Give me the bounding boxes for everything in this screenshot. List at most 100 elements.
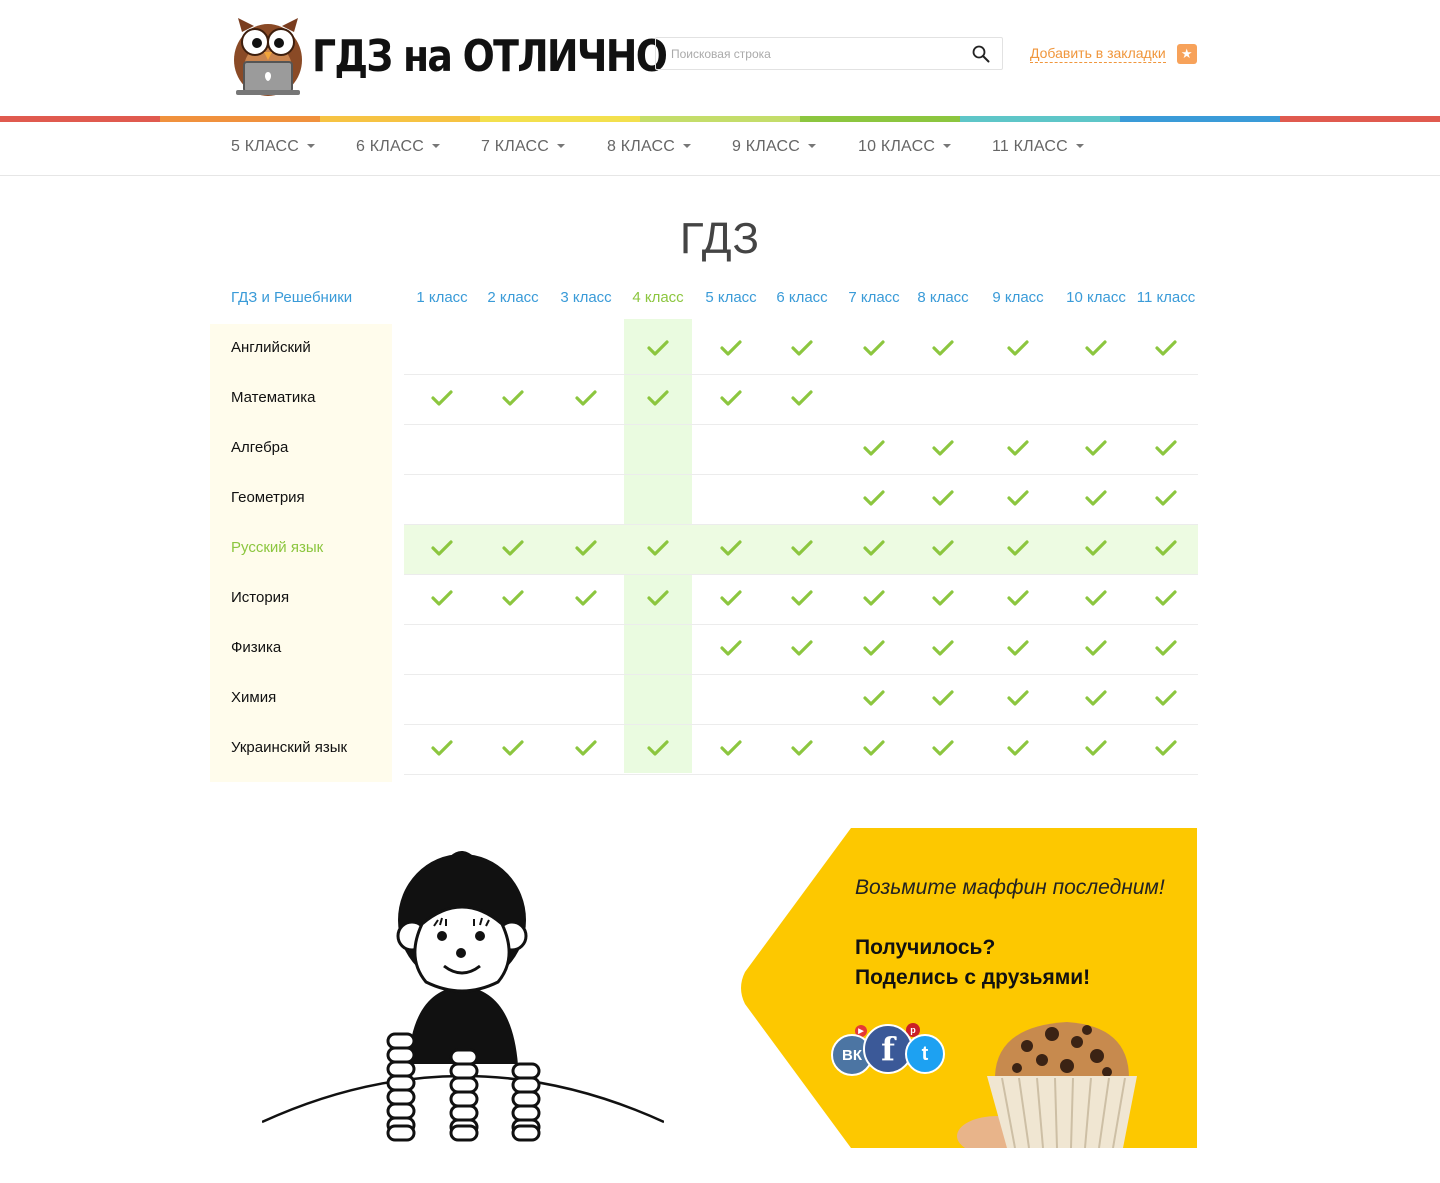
check-icon[interactable] xyxy=(791,589,813,607)
check-icon[interactable] xyxy=(1007,489,1029,507)
check-icon[interactable] xyxy=(1007,589,1029,607)
twitter-share-button[interactable]: t xyxy=(905,1034,945,1074)
check-icon[interactable] xyxy=(720,389,742,407)
check-icon[interactable] xyxy=(1155,489,1177,507)
subject-label[interactable]: Геометрия xyxy=(231,489,305,506)
check-icon[interactable] xyxy=(431,739,453,757)
check-icon[interactable] xyxy=(1155,589,1177,607)
grade-column-header[interactable]: 8 класс xyxy=(917,289,968,306)
check-icon[interactable] xyxy=(647,389,669,407)
check-icon[interactable] xyxy=(575,739,597,757)
grade-column-header[interactable]: 6 класс xyxy=(776,289,827,306)
subject-label[interactable]: Алгебра xyxy=(231,439,288,456)
check-icon[interactable] xyxy=(647,589,669,607)
check-icon[interactable] xyxy=(1155,739,1177,757)
grade-column-header[interactable]: 3 класс xyxy=(560,289,611,306)
check-icon[interactable] xyxy=(1085,539,1107,557)
check-icon[interactable] xyxy=(1085,439,1107,457)
check-icon[interactable] xyxy=(1085,739,1107,757)
check-icon[interactable] xyxy=(863,539,885,557)
check-icon[interactable] xyxy=(1085,489,1107,507)
grade-column-header[interactable]: 9 класс xyxy=(992,289,1043,306)
check-icon[interactable] xyxy=(1085,689,1107,707)
check-icon[interactable] xyxy=(502,389,524,407)
check-icon[interactable] xyxy=(431,539,453,557)
check-icon[interactable] xyxy=(720,339,742,357)
nav-item-grade-5[interactable]: 5 КЛАСС xyxy=(231,138,315,156)
check-icon[interactable] xyxy=(575,589,597,607)
search-input[interactable] xyxy=(656,37,973,70)
check-icon[interactable] xyxy=(575,539,597,557)
check-icon[interactable] xyxy=(431,589,453,607)
check-icon[interactable] xyxy=(932,589,954,607)
grade-column-header[interactable]: 4 класс xyxy=(632,289,683,306)
check-icon[interactable] xyxy=(863,689,885,707)
check-icon[interactable] xyxy=(502,739,524,757)
gdz-and-solutions-link[interactable]: ГДЗ и Решебники xyxy=(231,289,352,306)
check-icon[interactable] xyxy=(1155,439,1177,457)
grade-column-header[interactable]: 2 класс xyxy=(487,289,538,306)
grade-column-header[interactable]: 5 класс xyxy=(705,289,756,306)
check-icon[interactable] xyxy=(1085,339,1107,357)
subject-label[interactable]: Математика xyxy=(231,389,316,406)
check-icon[interactable] xyxy=(791,389,813,407)
subject-label[interactable]: Физика xyxy=(231,639,281,656)
grade-column-header[interactable]: 10 класс xyxy=(1066,289,1126,306)
check-icon[interactable] xyxy=(932,539,954,557)
subject-label[interactable]: Химия xyxy=(231,689,276,706)
check-icon[interactable] xyxy=(720,639,742,657)
check-icon[interactable] xyxy=(1007,689,1029,707)
nav-item-grade-8[interactable]: 8 КЛАСС xyxy=(607,138,691,156)
check-icon[interactable] xyxy=(863,439,885,457)
check-icon[interactable] xyxy=(647,339,669,357)
check-icon[interactable] xyxy=(502,589,524,607)
subject-label[interactable]: Русский язык xyxy=(231,539,323,556)
check-icon[interactable] xyxy=(932,639,954,657)
check-icon[interactable] xyxy=(1007,439,1029,457)
subject-label[interactable]: История xyxy=(231,589,289,606)
check-icon[interactable] xyxy=(1085,589,1107,607)
check-icon[interactable] xyxy=(863,489,885,507)
check-icon[interactable] xyxy=(1155,689,1177,707)
nav-item-grade-6[interactable]: 6 КЛАСС xyxy=(356,138,440,156)
subject-label[interactable]: Английский xyxy=(231,339,311,356)
grade-column-header[interactable]: 1 класс xyxy=(416,289,467,306)
check-icon[interactable] xyxy=(932,689,954,707)
check-icon[interactable] xyxy=(863,589,885,607)
check-icon[interactable] xyxy=(647,739,669,757)
check-icon[interactable] xyxy=(791,339,813,357)
nav-item-grade-10[interactable]: 10 КЛАСС xyxy=(858,138,952,156)
check-icon[interactable] xyxy=(863,339,885,357)
site-logo[interactable]: ГДЗ на ОТЛИЧНО xyxy=(232,14,724,98)
grade-column-header[interactable]: 7 класс xyxy=(848,289,899,306)
check-icon[interactable] xyxy=(1155,539,1177,557)
nav-item-grade-7[interactable]: 7 КЛАСС xyxy=(481,138,565,156)
check-icon[interactable] xyxy=(932,489,954,507)
check-icon[interactable] xyxy=(720,589,742,607)
check-icon[interactable] xyxy=(1007,639,1029,657)
check-icon[interactable] xyxy=(647,539,669,557)
check-icon[interactable] xyxy=(863,639,885,657)
check-icon[interactable] xyxy=(1007,539,1029,557)
check-icon[interactable] xyxy=(791,539,813,557)
check-icon[interactable] xyxy=(1007,339,1029,357)
check-icon[interactable] xyxy=(1155,639,1177,657)
check-icon[interactable] xyxy=(791,739,813,757)
check-icon[interactable] xyxy=(502,539,524,557)
check-icon[interactable] xyxy=(863,739,885,757)
search-icon[interactable] xyxy=(972,45,990,63)
check-icon[interactable] xyxy=(932,339,954,357)
check-icon[interactable] xyxy=(431,389,453,407)
check-icon[interactable] xyxy=(720,739,742,757)
check-icon[interactable] xyxy=(575,389,597,407)
check-icon[interactable] xyxy=(791,639,813,657)
check-icon[interactable] xyxy=(1155,339,1177,357)
star-icon[interactable]: ★ xyxy=(1176,44,1197,64)
check-icon[interactable] xyxy=(932,739,954,757)
check-icon[interactable] xyxy=(1007,739,1029,757)
check-icon[interactable] xyxy=(720,539,742,557)
check-icon[interactable] xyxy=(1085,639,1107,657)
grade-column-header[interactable]: 11 класс xyxy=(1137,289,1196,306)
subject-label[interactable]: Украинский язык xyxy=(231,739,347,756)
check-icon[interactable] xyxy=(932,439,954,457)
